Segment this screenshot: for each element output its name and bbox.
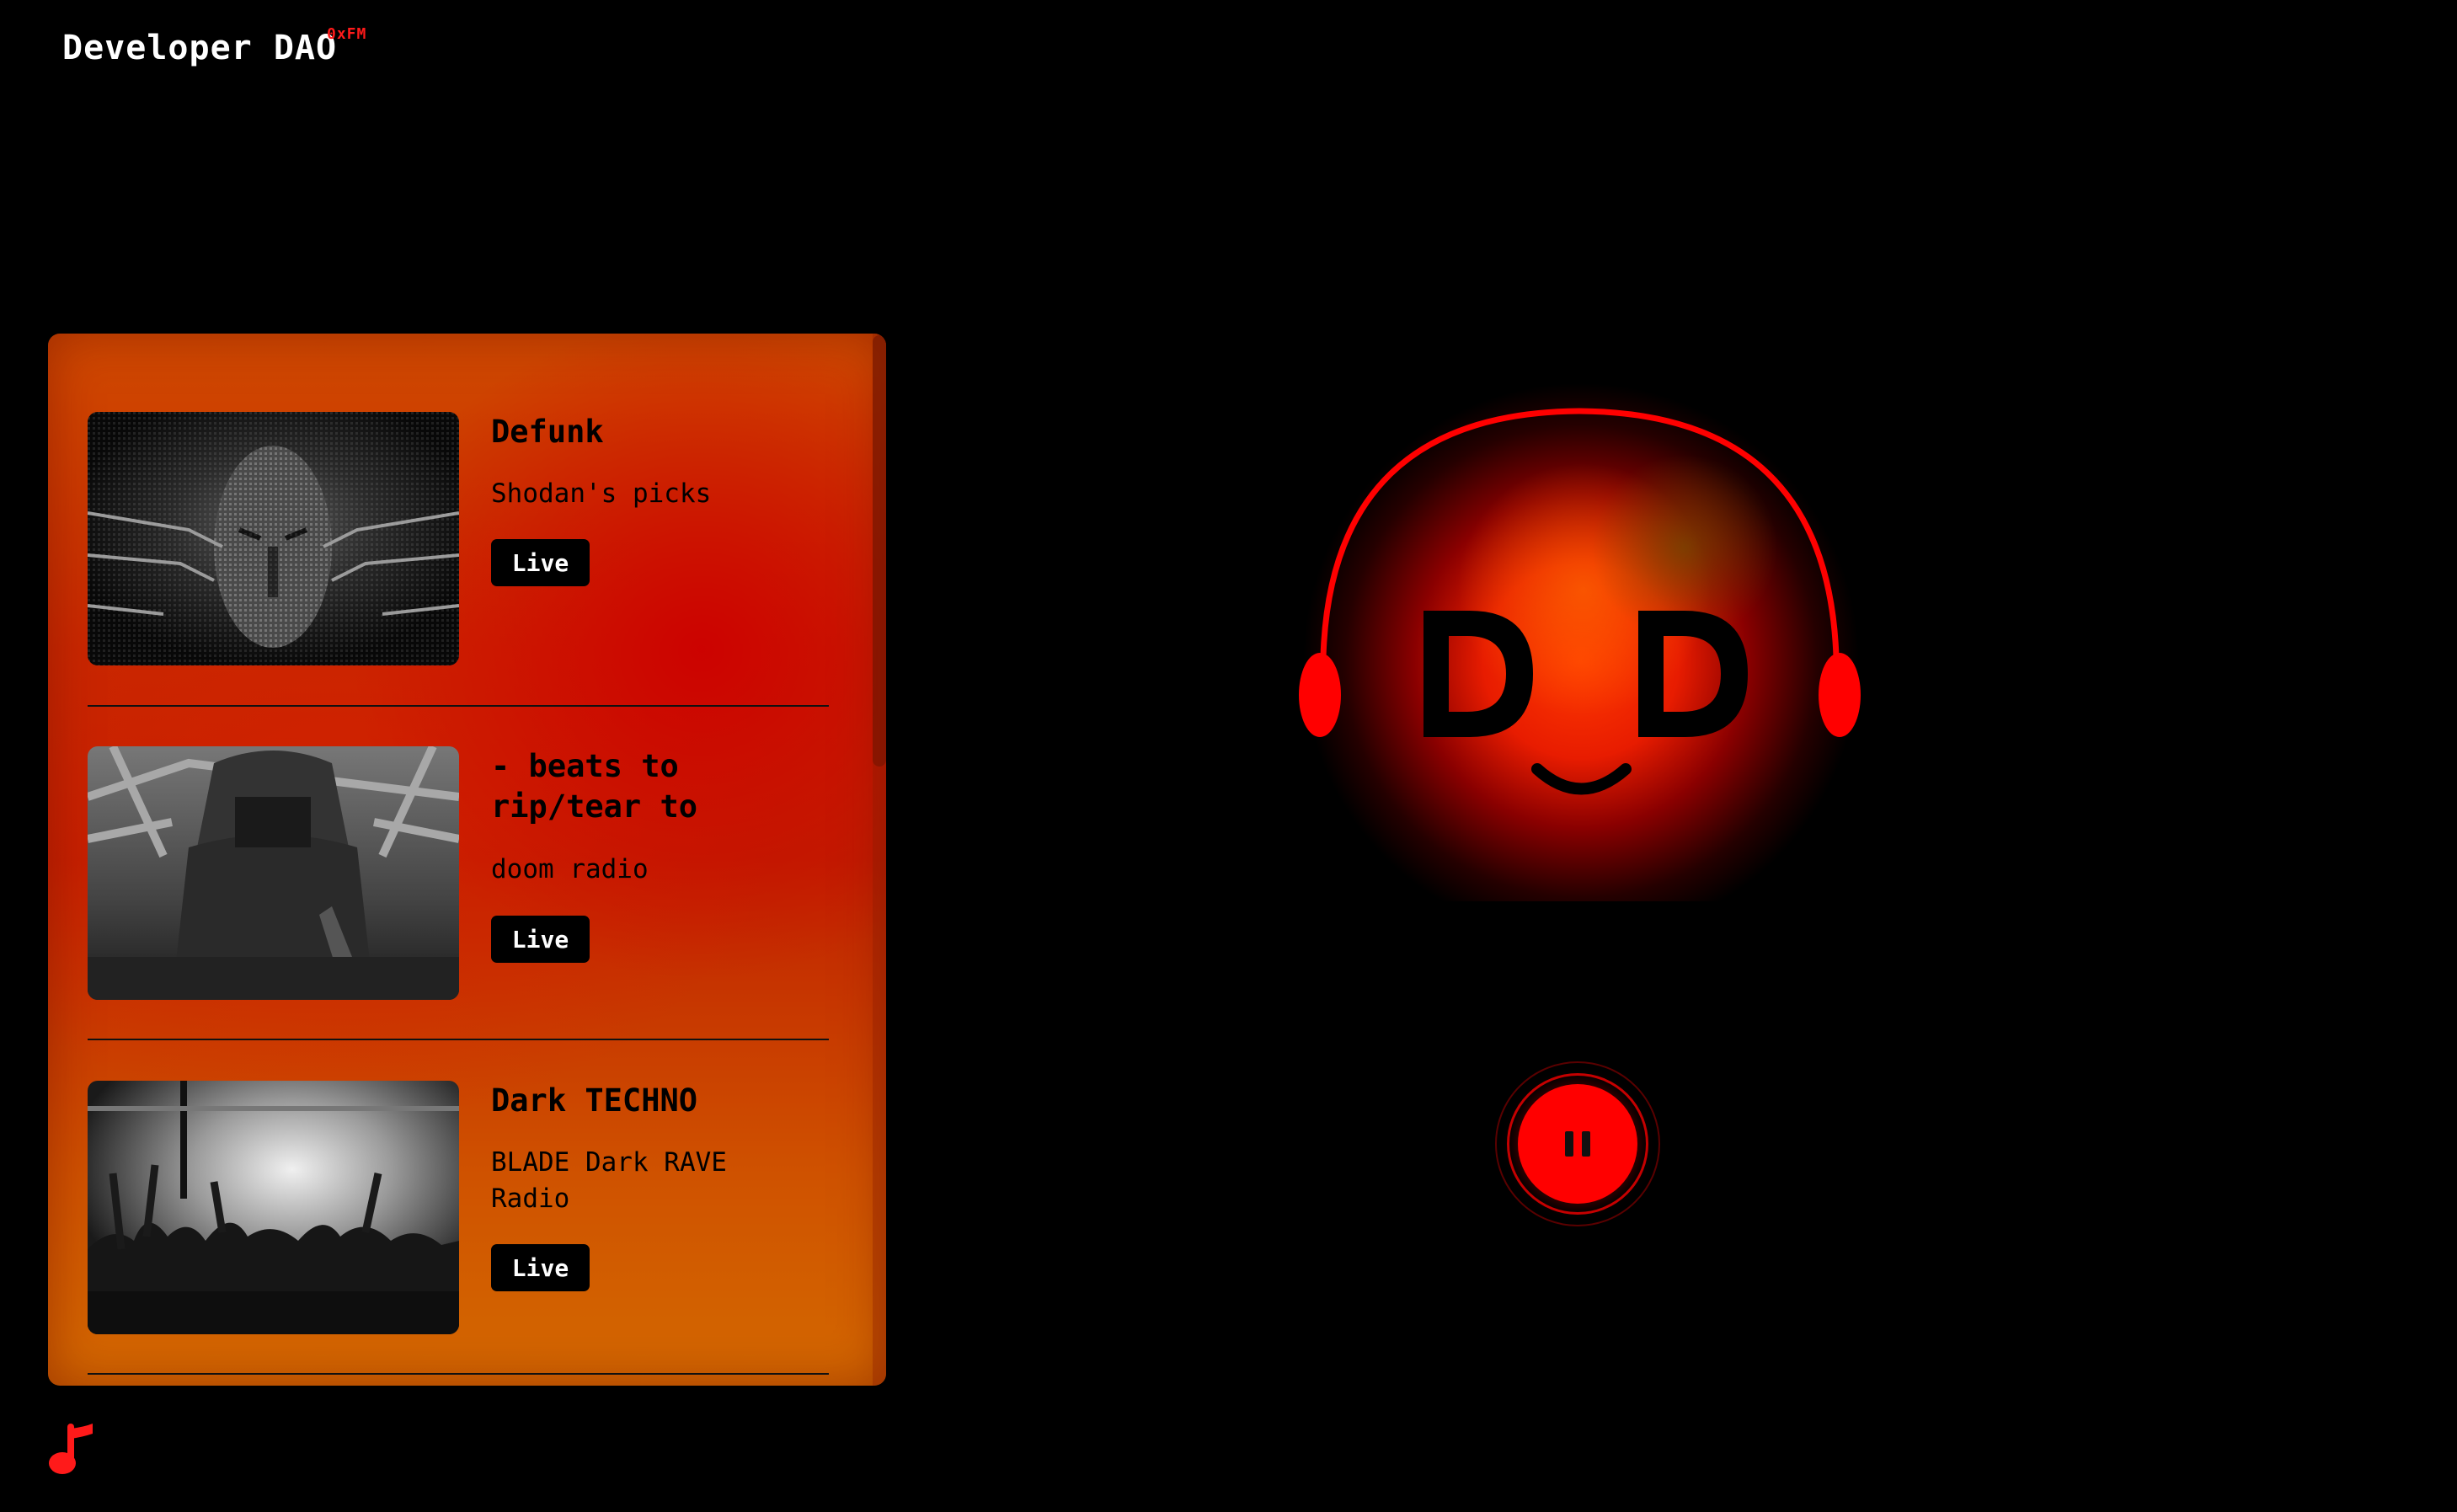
station-item-defunk[interactable]: Defunk Shodan's picks Live	[88, 412, 829, 665]
station-list[interactable]: Defunk Shodan's picks Live - beats to ri…	[48, 334, 886, 1386]
station-list-scrollbar[interactable]	[873, 334, 886, 1386]
station-title: Dark TECHNO	[491, 1082, 698, 1119]
station-thumbnail[interactable]	[88, 746, 459, 1000]
music-note-icon[interactable]	[47, 1424, 98, 1479]
live-badge: Live	[491, 916, 590, 963]
station-subtitle: doom radio	[491, 854, 649, 884]
divider	[88, 705, 829, 707]
station-item-doom-radio[interactable]: - beats to rip/tear to doom radio Live	[88, 746, 829, 1000]
site-title: Developer DAO	[62, 29, 338, 67]
site-badge: 0xFM	[327, 25, 367, 43]
pause-button[interactable]	[1518, 1084, 1637, 1204]
live-badge: Live	[491, 539, 590, 586]
station-thumbnail[interactable]	[88, 1081, 459, 1334]
pause-icon	[1565, 1131, 1590, 1157]
station-title: - beats to rip/tear to	[491, 748, 698, 825]
headphones-face-icon	[1280, 379, 1870, 939]
station-subtitle: BLADE Dark RAVE Radio	[491, 1147, 727, 1214]
player-control	[1495, 1061, 1664, 1230]
live-badge: Live	[491, 1244, 590, 1291]
station-subtitle: Shodan's picks	[491, 478, 712, 509]
divider	[88, 1039, 829, 1040]
divider	[88, 1373, 829, 1375]
station-title: Defunk	[491, 414, 604, 450]
station-thumbnail[interactable]	[88, 412, 459, 665]
site-logo[interactable]: Developer DAO 0xFM	[62, 25, 366, 67]
scrollbar-thumb[interactable]	[873, 335, 886, 767]
station-item-dark-techno[interactable]: Dark TECHNO BLADE Dark RAVE Radio Live	[88, 1081, 829, 1334]
